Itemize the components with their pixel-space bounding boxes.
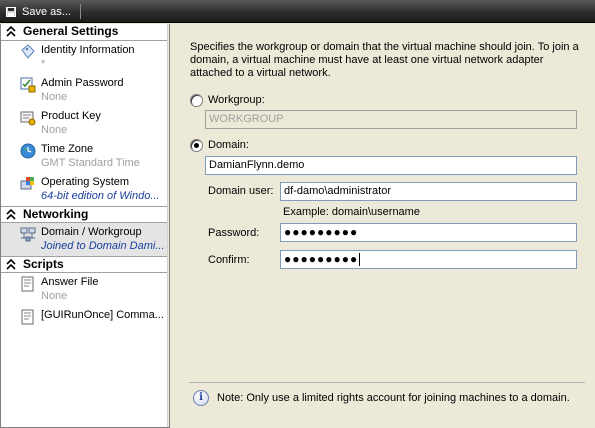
nav-splitter[interactable]	[167, 24, 169, 427]
toolbar-separator	[80, 4, 81, 19]
password-lock-icon	[20, 77, 36, 93]
domain-user-example: Example: domain\username	[283, 206, 420, 218]
window: Save as... General Settings Identity Inf…	[0, 0, 595, 428]
nav-item-status: None	[41, 124, 68, 136]
password-label: Password:	[208, 227, 260, 239]
answer-file-icon	[20, 276, 36, 292]
confirm-value: ●●●●●●●●●	[284, 252, 359, 266]
domain-radio[interactable]	[190, 139, 203, 152]
workgroup-radio[interactable]	[190, 94, 203, 107]
domain-label: Domain:	[208, 139, 249, 151]
section-general-settings[interactable]: General Settings	[1, 24, 168, 41]
nav-item-operating-system[interactable]: Operating System 64-bit edition of Windo…	[1, 173, 168, 206]
confirm-label: Confirm:	[208, 254, 250, 266]
save-icon	[6, 6, 16, 17]
domain-workgroup-panel: Specifies the workgroup or domain that t…	[175, 24, 593, 426]
info-icon: i	[193, 389, 209, 406]
text-caret	[359, 253, 361, 267]
product-key-icon	[20, 110, 36, 126]
nav-item-label: [GUIRunOnce] Comma...	[41, 309, 164, 321]
nav-item-status: Joined to Domain Dami...	[41, 240, 165, 252]
settings-nav: General Settings Identity Information * …	[0, 24, 170, 428]
globe-clock-icon	[20, 143, 36, 159]
script-file-icon	[20, 309, 36, 325]
nav-item-identity-information[interactable]: Identity Information *	[1, 41, 168, 74]
nav-item-answer-file[interactable]: Answer File None	[1, 273, 168, 306]
nav-item-guirunonce-commands[interactable]: [GUIRunOnce] Comma...	[1, 306, 168, 339]
nav-item-label: Time Zone	[41, 143, 94, 155]
save-as-label: Save as...	[22, 5, 71, 18]
section-title: Networking	[23, 207, 89, 221]
collapse-chevron-icon	[6, 25, 16, 37]
nav-item-admin-password[interactable]: Admin Password None	[1, 74, 168, 107]
nav-item-label: Answer File	[41, 276, 99, 288]
section-scripts[interactable]: Scripts	[1, 256, 168, 273]
password-field[interactable]: ●●●●●●●●●	[280, 223, 577, 242]
nav-item-status: 64-bit edition of Windo...	[41, 190, 160, 202]
nav-list: General Settings Identity Information * …	[1, 24, 168, 427]
nav-item-status: *	[41, 58, 46, 70]
panel-description: Specifies the workgroup or domain that t…	[190, 41, 579, 79]
note-bar: i Note: Only use a limited rights accoun…	[189, 382, 585, 412]
nav-item-label: Identity Information	[41, 44, 135, 56]
nav-item-label: Operating System	[41, 176, 130, 188]
workgroup-label: Workgroup:	[208, 94, 265, 106]
domain-user-field[interactable]: df-damo\administrator	[280, 182, 577, 201]
section-title: General Settings	[23, 24, 119, 38]
nav-item-label: Product Key	[41, 110, 101, 122]
nav-item-product-key[interactable]: Product Key None	[1, 107, 168, 140]
save-as-button[interactable]: Save as...	[2, 2, 77, 21]
toolbar: Save as...	[0, 0, 595, 23]
nav-item-time-zone[interactable]: Time Zone GMT Standard Time	[1, 140, 168, 173]
identity-tag-icon	[20, 44, 36, 60]
network-computers-icon	[20, 226, 36, 242]
domain-field[interactable]: DamianFlynn.demo	[205, 156, 577, 175]
collapse-chevron-icon	[6, 258, 16, 270]
section-networking[interactable]: Networking	[1, 206, 168, 223]
workgroup-field[interactable]: WORKGROUP	[205, 110, 577, 129]
nav-item-status: GMT Standard Time	[41, 157, 140, 169]
operating-system-icon	[20, 176, 36, 192]
nav-item-domain-workgroup[interactable]: Domain / Workgroup Joined to Domain Dami…	[1, 223, 168, 256]
nav-item-status: None	[41, 290, 68, 302]
confirm-password-field[interactable]: ●●●●●●●●●	[280, 250, 577, 269]
domain-user-label: Domain user:	[208, 185, 274, 197]
nav-item-status: None	[41, 91, 68, 103]
note-text: Note: Only use a limited rights account …	[217, 391, 570, 404]
nav-item-label: Domain / Workgroup	[41, 226, 142, 238]
nav-item-label: Admin Password	[41, 77, 124, 89]
collapse-chevron-icon	[6, 208, 16, 220]
section-title: Scripts	[23, 257, 64, 271]
